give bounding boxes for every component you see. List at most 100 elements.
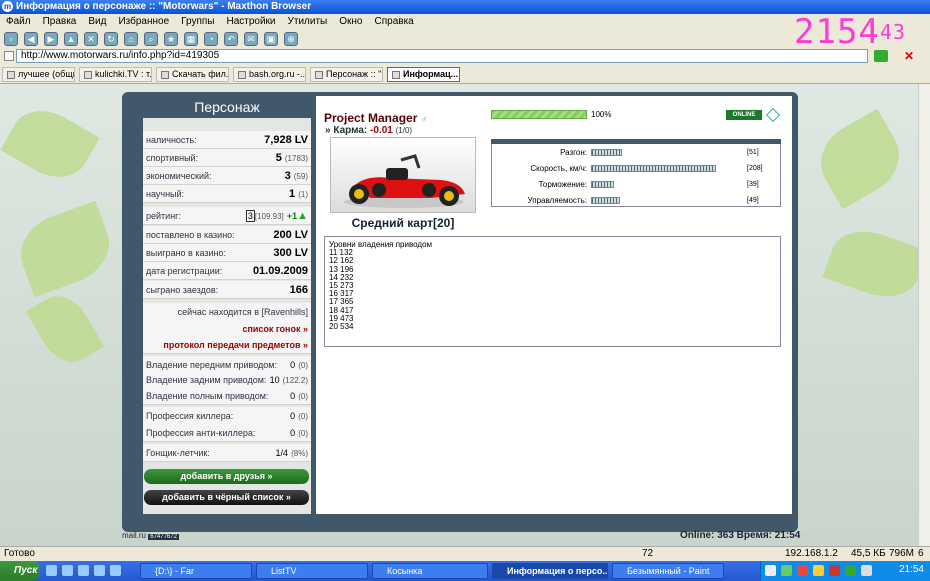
tray-icon[interactable] (861, 565, 872, 576)
level-row: 19 473 (329, 313, 354, 323)
quicklaunch-media-icon[interactable] (78, 565, 89, 576)
refresh-icon[interactable]: ↻ (104, 32, 118, 46)
row-sci: научный: 1 (1) (143, 185, 311, 203)
task-solitaire[interactable]: Косынка (372, 563, 488, 579)
mailru-counter[interactable]: mail.ru 67477672 (122, 531, 179, 540)
task-listtv[interactable]: ListTV (256, 563, 368, 579)
quicklaunch-ie-icon[interactable] (46, 565, 57, 576)
tab-4[interactable]: bash.org.ru -... (233, 67, 306, 82)
favorites-icon[interactable]: ★ (164, 32, 178, 46)
task-browser[interactable]: Информация о персо... (492, 563, 608, 579)
transfer-log-link[interactable]: протокол передачи предметов » (163, 340, 308, 350)
start-button[interactable]: Пуск (0, 561, 40, 581)
menu-settings[interactable]: Настройки (226, 16, 275, 28)
close-tab-icon[interactable]: ✕ (904, 49, 914, 63)
tray-icon[interactable] (813, 565, 824, 576)
row-awd: Владение полным приводом: 0 (0) (143, 387, 311, 405)
mail-icon[interactable]: ✉ (244, 32, 258, 46)
menu-edit[interactable]: Правка (43, 16, 77, 28)
left-title: Персонаж (143, 96, 311, 118)
vertical-scrollbar[interactable] (918, 84, 930, 547)
tab-3[interactable]: Скачать фил... (156, 67, 229, 82)
reg-label: дата регистрации: (146, 265, 223, 276)
quicklaunch-app-icon[interactable] (110, 565, 121, 576)
sport-extra: (1783) (284, 153, 308, 163)
go-icon[interactable] (874, 50, 888, 62)
undo-icon[interactable]: ↶ (224, 32, 238, 46)
search-icon[interactable]: ⌕ (144, 32, 158, 46)
tab-1[interactable]: лучшее (общн... (2, 67, 75, 82)
menu-view[interactable]: Вид (88, 16, 106, 28)
tab-favicon (238, 70, 246, 79)
stat-value: [208] (747, 165, 763, 172)
up-arrow-icon[interactable]: ▲ (297, 210, 308, 222)
row-econ: экономический: 3 (59) (143, 167, 311, 185)
menu-help[interactable]: Справка (375, 16, 414, 28)
quicklaunch-desktop-icon[interactable] (62, 565, 73, 576)
up-icon[interactable]: ▲ (64, 32, 78, 46)
race-list-link[interactable]: список гонок » (242, 324, 308, 334)
tab-5[interactable]: Персонаж :: "... (310, 67, 383, 82)
menu-file[interactable]: Файл (6, 16, 31, 28)
row-antikiller: Профессия анти-киллера: 0 (0) (143, 424, 311, 442)
quicklaunch-folder-icon[interactable] (94, 565, 105, 576)
forward-icon[interactable]: ▶ (44, 32, 58, 46)
level-row: 13 196 (329, 264, 354, 274)
stop-icon[interactable]: ✕ (84, 32, 98, 46)
karma-label: » Карма: (325, 125, 368, 136)
tray-icon[interactable] (765, 565, 776, 576)
level-row: 17 365 (329, 297, 354, 307)
new-page-icon[interactable]: ▫ (4, 32, 18, 46)
menu-favorites[interactable]: Избранное (118, 16, 169, 28)
tab-bar: лучшее (общн... kulichki.TV : т... Скача… (0, 65, 930, 84)
add-blacklist-button[interactable]: добавить в чёрный список » (144, 490, 309, 505)
status-num: 6 (918, 548, 924, 559)
level-row: 11 132 (329, 248, 353, 258)
races-value: 166 (289, 283, 308, 296)
toolbar: ▫ ◀ ▶ ▲ ✕ ↻ ⌂ ⌕ ★ ▦ ◔ ↶ ✉ ▣ ⊕ (0, 30, 760, 48)
rating-label: рейтинг: (146, 210, 181, 221)
leaf-decoration (807, 108, 913, 210)
back-icon[interactable]: ◀ (24, 32, 38, 46)
home-icon[interactable]: ⌂ (124, 32, 138, 46)
progress-label: 100% (591, 110, 612, 119)
tab-2[interactable]: kulichki.TV : т... (79, 67, 152, 82)
tray-icon[interactable] (781, 565, 792, 576)
status-ip: 192.168.1.2 (785, 548, 838, 559)
econ-value: 3 (284, 169, 291, 182)
fwd-extra: (0) (298, 360, 308, 370)
leaf-decoration (10, 200, 120, 298)
tab-6-active[interactable]: Информац... (387, 67, 460, 82)
level-row: 20 534 (329, 322, 354, 332)
screen-icon[interactable]: ▣ (264, 32, 278, 46)
menu-tools[interactable]: Утилиты (288, 16, 328, 28)
tray-icon[interactable] (845, 565, 856, 576)
stat-label: Управляемость: (527, 196, 587, 205)
address-input[interactable]: http://www.motorwars.ru/info.php?id=4193… (16, 49, 868, 63)
add-friend-button[interactable]: добавить в друзья » (144, 469, 309, 484)
task-paint[interactable]: Безымянный - Paint (612, 563, 724, 579)
antikiller-label: Профессия анти-киллера: (146, 427, 256, 438)
tab-favicon (161, 70, 169, 79)
groups-icon[interactable]: ▦ (184, 32, 198, 46)
level-row: 16 317 (329, 289, 354, 299)
won-label: выиграно в казино: (146, 247, 226, 258)
tray-icon[interactable] (829, 565, 840, 576)
history-icon[interactable]: ◔ (204, 32, 218, 46)
zoom-icon[interactable]: ⊕ (284, 32, 298, 46)
tab-label: лучшее (общн... (18, 69, 74, 79)
task-far[interactable]: {D:\} - Far (140, 563, 252, 579)
stat-label: Скорость, км/ч: (530, 164, 587, 173)
sci-value: 1 (289, 187, 296, 200)
player-name[interactable]: Project Manager ♂ (324, 111, 427, 125)
system-tray: 21:54 (760, 561, 930, 581)
rwd-label: Владение задним приводом: (146, 374, 267, 385)
cart-name: Средний карт[20] (351, 216, 455, 230)
menu-window[interactable]: Окно (339, 16, 362, 28)
cash-label: наличность: (146, 134, 197, 145)
window-title: Информация о персонаже :: "Motorwars" - … (16, 1, 312, 12)
pilot-value: 1/4 (275, 447, 289, 458)
cart-image (330, 137, 476, 213)
menu-groups[interactable]: Группы (181, 16, 214, 28)
tray-icon[interactable] (797, 565, 808, 576)
